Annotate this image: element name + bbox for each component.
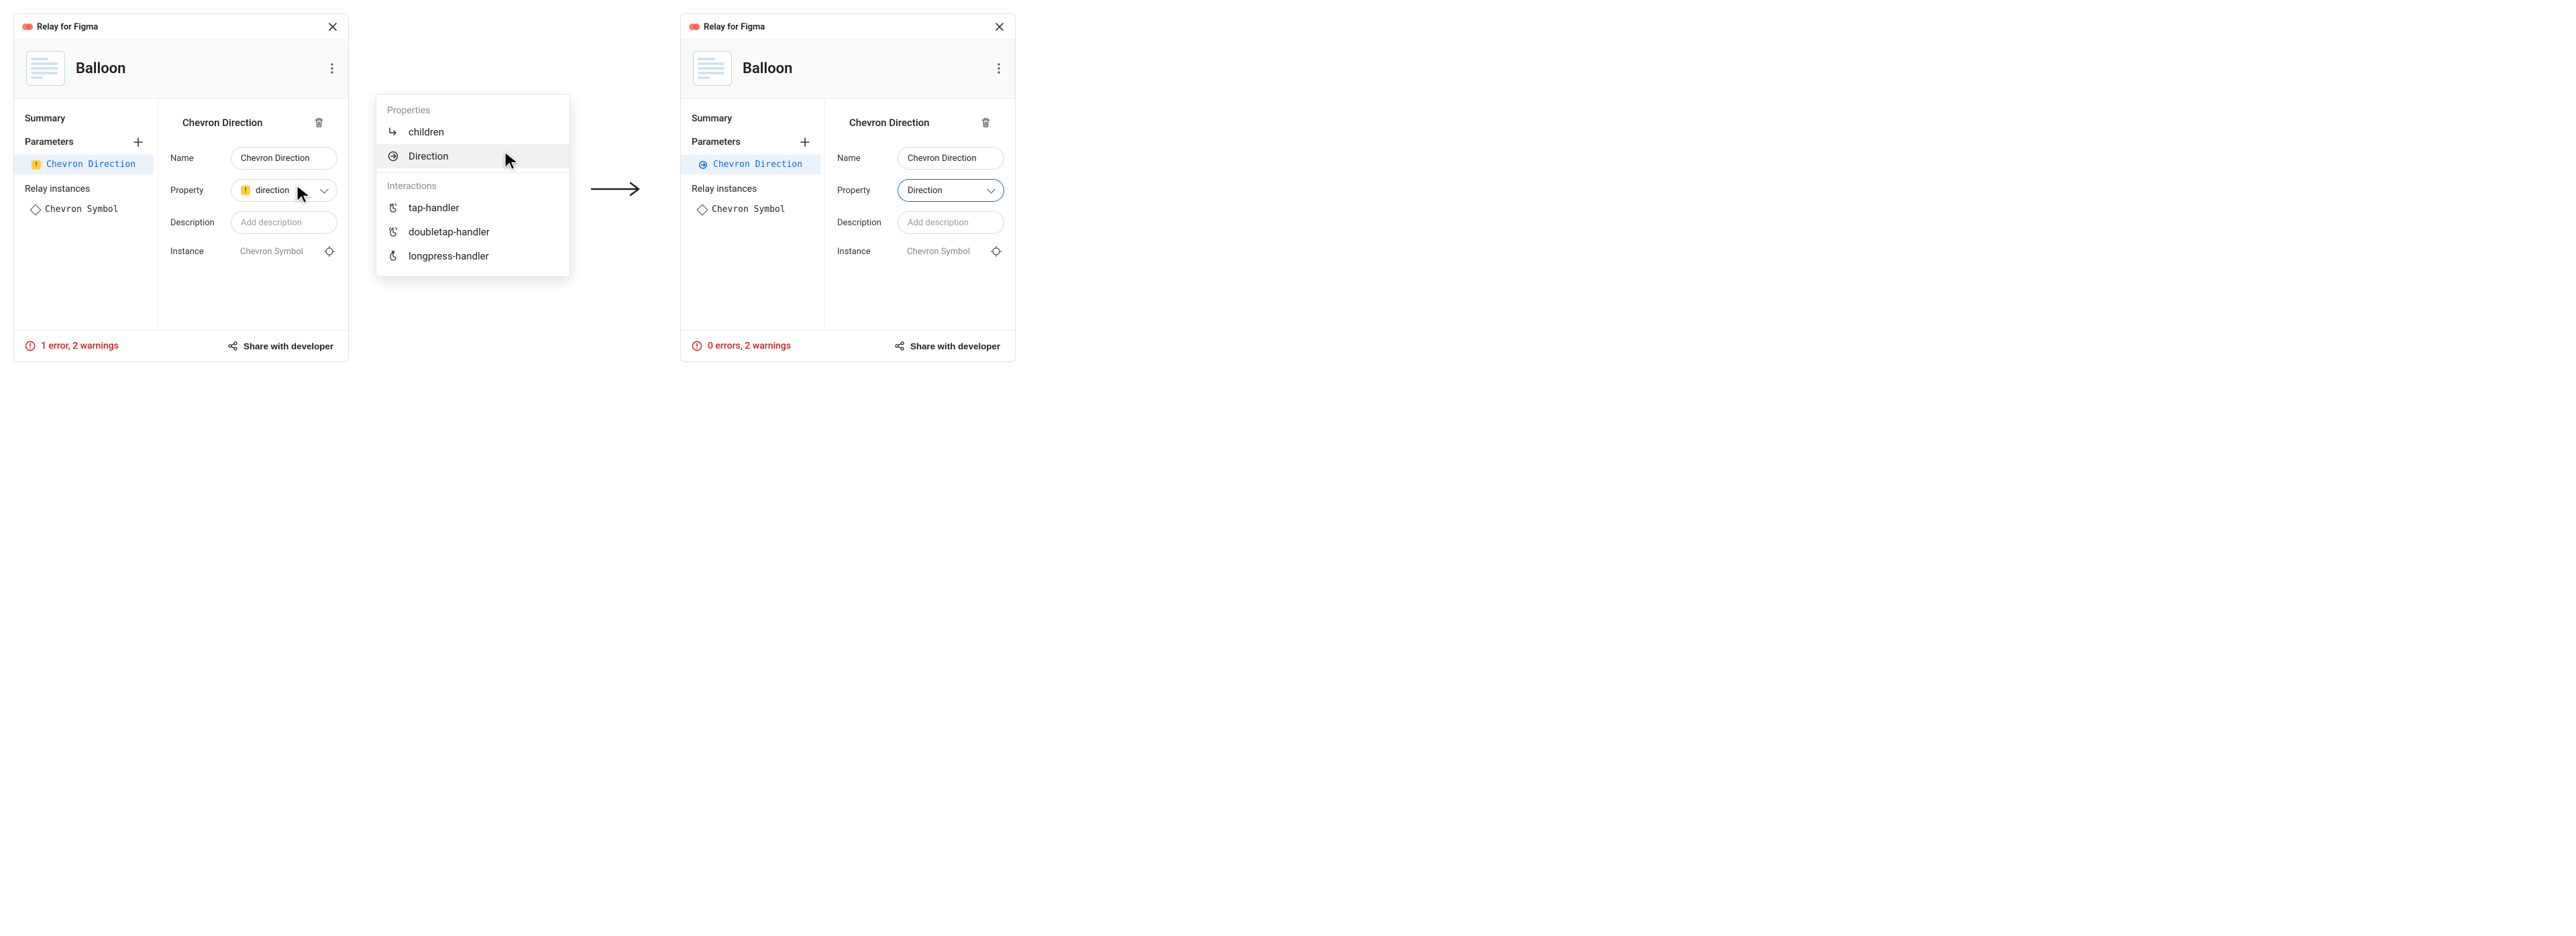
warning-badge-icon: ! xyxy=(241,186,250,195)
share-with-developer-button[interactable]: Share with developer xyxy=(223,340,337,352)
name-input[interactable]: Chevron Direction xyxy=(898,147,1004,170)
share-icon xyxy=(894,341,905,351)
sidebar-summary[interactable]: Summary xyxy=(681,108,820,129)
relay-logo-icon xyxy=(22,21,33,32)
direction-icon xyxy=(698,160,708,170)
close-button[interactable] xyxy=(325,19,340,34)
instance-label: Instance xyxy=(170,247,223,257)
relay-logo-icon xyxy=(689,21,700,32)
instance-label: Instance xyxy=(837,247,890,257)
title-bar: Relay for Figma xyxy=(681,14,1015,40)
popup-item-direction[interactable]: Direction xyxy=(376,144,570,168)
instance-icon xyxy=(697,204,708,215)
property-popup: Properties children Direction Interactio… xyxy=(376,94,570,277)
property-label: Property xyxy=(837,186,890,196)
warning-badge-icon: ! xyxy=(32,160,41,170)
sidebar-parameters[interactable]: Parameters xyxy=(681,129,820,155)
relay-panel-before: Relay for Figma Balloon Summary Paramete xyxy=(13,13,349,362)
alert-icon xyxy=(692,341,702,351)
instance-value: Chevron Symbol xyxy=(898,247,980,257)
property-label: Property xyxy=(170,186,223,196)
parameter-form: Chevron Direction Name Chevron Direction… xyxy=(158,99,348,330)
sidebar: Summary Parameters Chevron Direction Rel… xyxy=(681,99,825,330)
name-input[interactable]: Chevron Direction xyxy=(231,147,337,170)
children-icon xyxy=(387,126,399,138)
sidebar-instance-chevron-symbol[interactable]: Chevron Symbol xyxy=(14,200,154,219)
plus-icon xyxy=(133,137,143,147)
description-input[interactable]: Add description xyxy=(898,211,1004,234)
target-icon xyxy=(991,246,1002,257)
sidebar: Summary Parameters ! Chevron Direction R… xyxy=(14,99,158,330)
title-bar: Relay for Figma xyxy=(14,14,348,40)
name-label: Name xyxy=(837,154,890,164)
relay-panel-after: Relay for Figma Balloon Summary Paramete xyxy=(680,13,1016,362)
overflow-menu-button[interactable] xyxy=(995,60,1003,76)
app-title: Relay for Figma xyxy=(37,22,98,32)
transition-arrow-icon xyxy=(590,181,644,197)
overflow-menu-button[interactable] xyxy=(328,60,336,76)
property-select[interactable]: Direction xyxy=(898,179,1004,202)
app-brand: Relay for Figma xyxy=(689,21,765,32)
sidebar-relay-instances[interactable]: Relay instances xyxy=(681,178,820,200)
sidebar-parameters[interactable]: Parameters xyxy=(14,129,154,155)
tap-icon xyxy=(387,202,399,214)
add-parameter-button[interactable] xyxy=(131,135,146,150)
locate-instance-button[interactable] xyxy=(321,243,337,259)
longpress-icon xyxy=(387,250,399,262)
target-icon xyxy=(324,246,335,257)
dots-vertical-icon xyxy=(998,63,1000,74)
direction-icon xyxy=(387,150,399,162)
component-header: Balloon xyxy=(14,40,348,99)
app-title: Relay for Figma xyxy=(704,22,765,32)
page-title: Balloon xyxy=(743,60,792,77)
popup-item-doubletap-handler[interactable]: doubletap-handler xyxy=(376,220,570,244)
sidebar-relay-instances[interactable]: Relay instances xyxy=(14,178,154,200)
trash-icon xyxy=(981,117,991,128)
delete-parameter-button[interactable] xyxy=(311,115,327,131)
doubletap-icon xyxy=(387,226,399,238)
form-section-title: Chevron Direction xyxy=(182,117,263,129)
app-brand: Relay for Figma xyxy=(22,21,98,32)
description-input[interactable]: Add description xyxy=(231,211,337,234)
component-thumbnail xyxy=(26,51,65,86)
close-button[interactable] xyxy=(992,19,1007,34)
instance-icon xyxy=(30,204,42,215)
page-title: Balloon xyxy=(76,60,125,77)
instance-value: Chevron Symbol xyxy=(231,247,313,257)
popup-item-longpress-handler[interactable]: longpress-handler xyxy=(376,244,570,268)
popup-group-properties: Properties xyxy=(376,101,570,120)
component-thumbnail xyxy=(693,51,732,86)
close-icon xyxy=(995,22,1004,32)
status-text[interactable]: 0 errors, 2 warnings xyxy=(692,341,791,351)
component-header: Balloon xyxy=(681,40,1015,99)
description-label: Description xyxy=(170,218,223,228)
locate-instance-button[interactable] xyxy=(988,243,1004,259)
sidebar-param-chevron-direction[interactable]: Chevron Direction xyxy=(681,155,820,174)
dots-vertical-icon xyxy=(331,63,333,74)
property-select[interactable]: ! direction xyxy=(231,179,337,202)
close-icon xyxy=(328,22,337,32)
form-section-title: Chevron Direction xyxy=(849,117,930,129)
share-icon xyxy=(227,341,238,351)
add-parameter-button[interactable] xyxy=(798,135,812,150)
sidebar-param-chevron-direction[interactable]: ! Chevron Direction xyxy=(14,155,154,174)
parameter-form: Chevron Direction Name Chevron Direction… xyxy=(825,99,1015,330)
share-with-developer-button[interactable]: Share with developer xyxy=(890,340,1004,352)
popup-group-interactions: Interactions xyxy=(376,177,570,196)
panel-footer: 0 errors, 2 warnings Share with develope… xyxy=(681,330,1015,361)
panel-footer: 1 error, 2 warnings Share with developer xyxy=(14,330,348,361)
sidebar-instance-chevron-symbol[interactable]: Chevron Symbol xyxy=(681,200,820,219)
sidebar-summary[interactable]: Summary xyxy=(14,108,154,129)
popup-item-tap-handler[interactable]: tap-handler xyxy=(376,196,570,220)
description-label: Description xyxy=(837,218,890,228)
trash-icon xyxy=(314,117,324,128)
delete-parameter-button[interactable] xyxy=(978,115,994,131)
name-label: Name xyxy=(170,154,223,164)
alert-icon xyxy=(25,341,36,351)
status-text[interactable]: 1 error, 2 warnings xyxy=(25,341,119,351)
popup-item-children[interactable]: children xyxy=(376,120,570,144)
plus-icon xyxy=(800,137,810,147)
